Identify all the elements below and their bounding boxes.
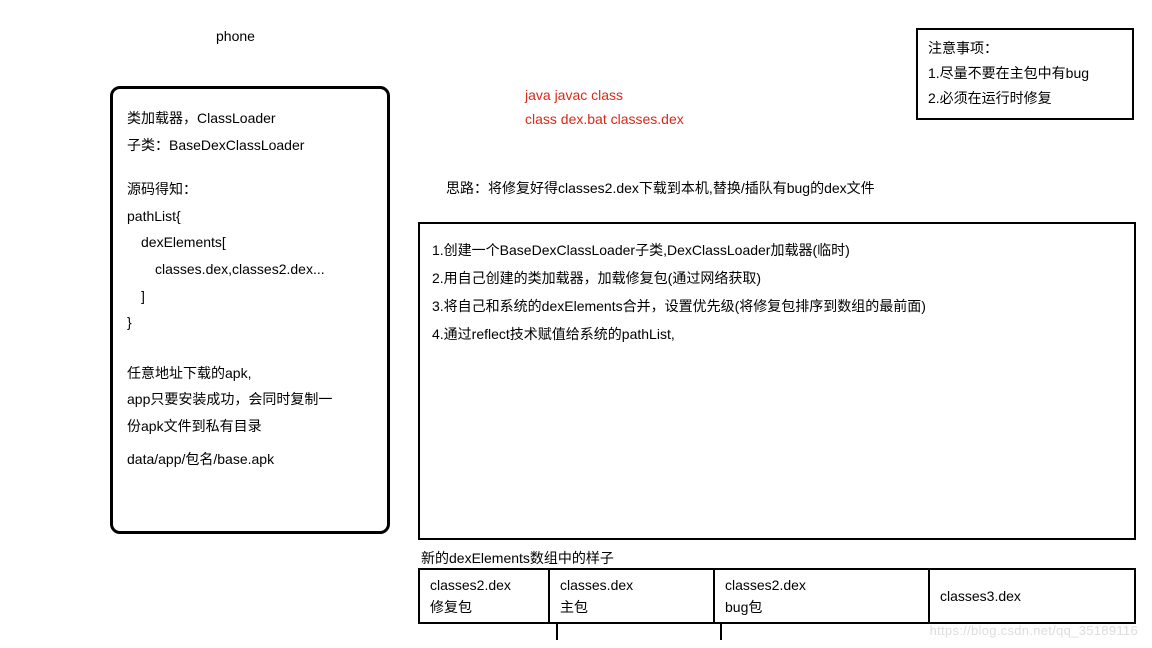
dex-elements-array: classes2.dex 修复包 classes.dex 主包 classes2… (418, 568, 1136, 624)
code-l1: 源码得知： (127, 176, 373, 203)
cell3-a: classes3.dex (940, 585, 1124, 607)
cell0-b: 修复包 (430, 596, 538, 618)
watermark: https://blog.csdn.net/qq_35189116 (930, 623, 1138, 638)
array-cell-0: classes2.dex 修复包 (418, 568, 548, 624)
apk-l1: 任意地址下载的apk, (127, 360, 373, 387)
compile-flow: java javac class class dex.bat classes.d… (525, 84, 684, 132)
tick-1 (556, 624, 558, 640)
phone-title: phone (216, 28, 255, 44)
cell1-a: classes.dex (560, 574, 703, 596)
idea-text: 思路：将修复好得classes2.dex下载到本机,替换/插队有bug的dex文… (446, 178, 875, 198)
steps-box: 1.创建一个BaseDexClassLoader子类,DexClassLoade… (418, 222, 1136, 540)
array-label: 新的dexElements数组中的样子 (421, 548, 614, 568)
step-2: 2.用自己创建的类加载器，加载修复包(通过网络获取) (432, 264, 1122, 292)
step-4: 4.通过reflect技术赋值给系统的pathList, (432, 320, 1122, 348)
note-l1: 注意事项： (928, 36, 1122, 61)
code-l3: dexElements[ (127, 229, 373, 256)
cell2-a: classes2.dex (725, 574, 918, 596)
array-cell-2: classes2.dex bug包 (713, 568, 928, 624)
apk-l4: data/app/包名/base.apk (127, 446, 373, 473)
notice-box: 注意事项： 1.尽量不要在主包中有bug 2.必须在运行时修复 (916, 28, 1134, 120)
note-l3: 2.必须在运行时修复 (928, 86, 1122, 111)
red-l2: class dex.bat classes.dex (525, 108, 684, 132)
array-cell-3: classes3.dex (928, 568, 1136, 624)
source-code-block: 源码得知： pathList{ dexElements[ classes.dex… (127, 176, 373, 336)
apk-block: 任意地址下载的apk, app只要安装成功，会同时复制一 份apk文件到私有目录… (127, 360, 373, 472)
tick-2 (720, 624, 722, 640)
note-l2: 1.尽量不要在主包中有bug (928, 61, 1122, 86)
apk-l2: app只要安装成功，会同时复制一 (127, 386, 373, 413)
classloader-line2: 子类：BaseDexClassLoader (127, 132, 373, 159)
phone-box: 类加载器，ClassLoader 子类：BaseDexClassLoader 源… (110, 86, 390, 534)
apk-l3: 份apk文件到私有目录 (127, 413, 373, 440)
cell0-a: classes2.dex (430, 574, 538, 596)
red-l1: java javac class (525, 84, 684, 108)
cell2-b: bug包 (725, 596, 918, 618)
classloader-line1: 类加载器，ClassLoader (127, 105, 373, 132)
code-l6: } (127, 309, 373, 336)
cell1-b: 主包 (560, 596, 703, 618)
code-l4: classes.dex,classes2.dex... (127, 256, 373, 283)
array-cell-1: classes.dex 主包 (548, 568, 713, 624)
step-3: 3.将自己和系统的dexElements合并，设置优先级(将修复包排序到数组的最… (432, 292, 1122, 320)
code-l2: pathList{ (127, 203, 373, 230)
code-l5: ] (127, 283, 373, 310)
step-1: 1.创建一个BaseDexClassLoader子类,DexClassLoade… (432, 236, 1122, 264)
